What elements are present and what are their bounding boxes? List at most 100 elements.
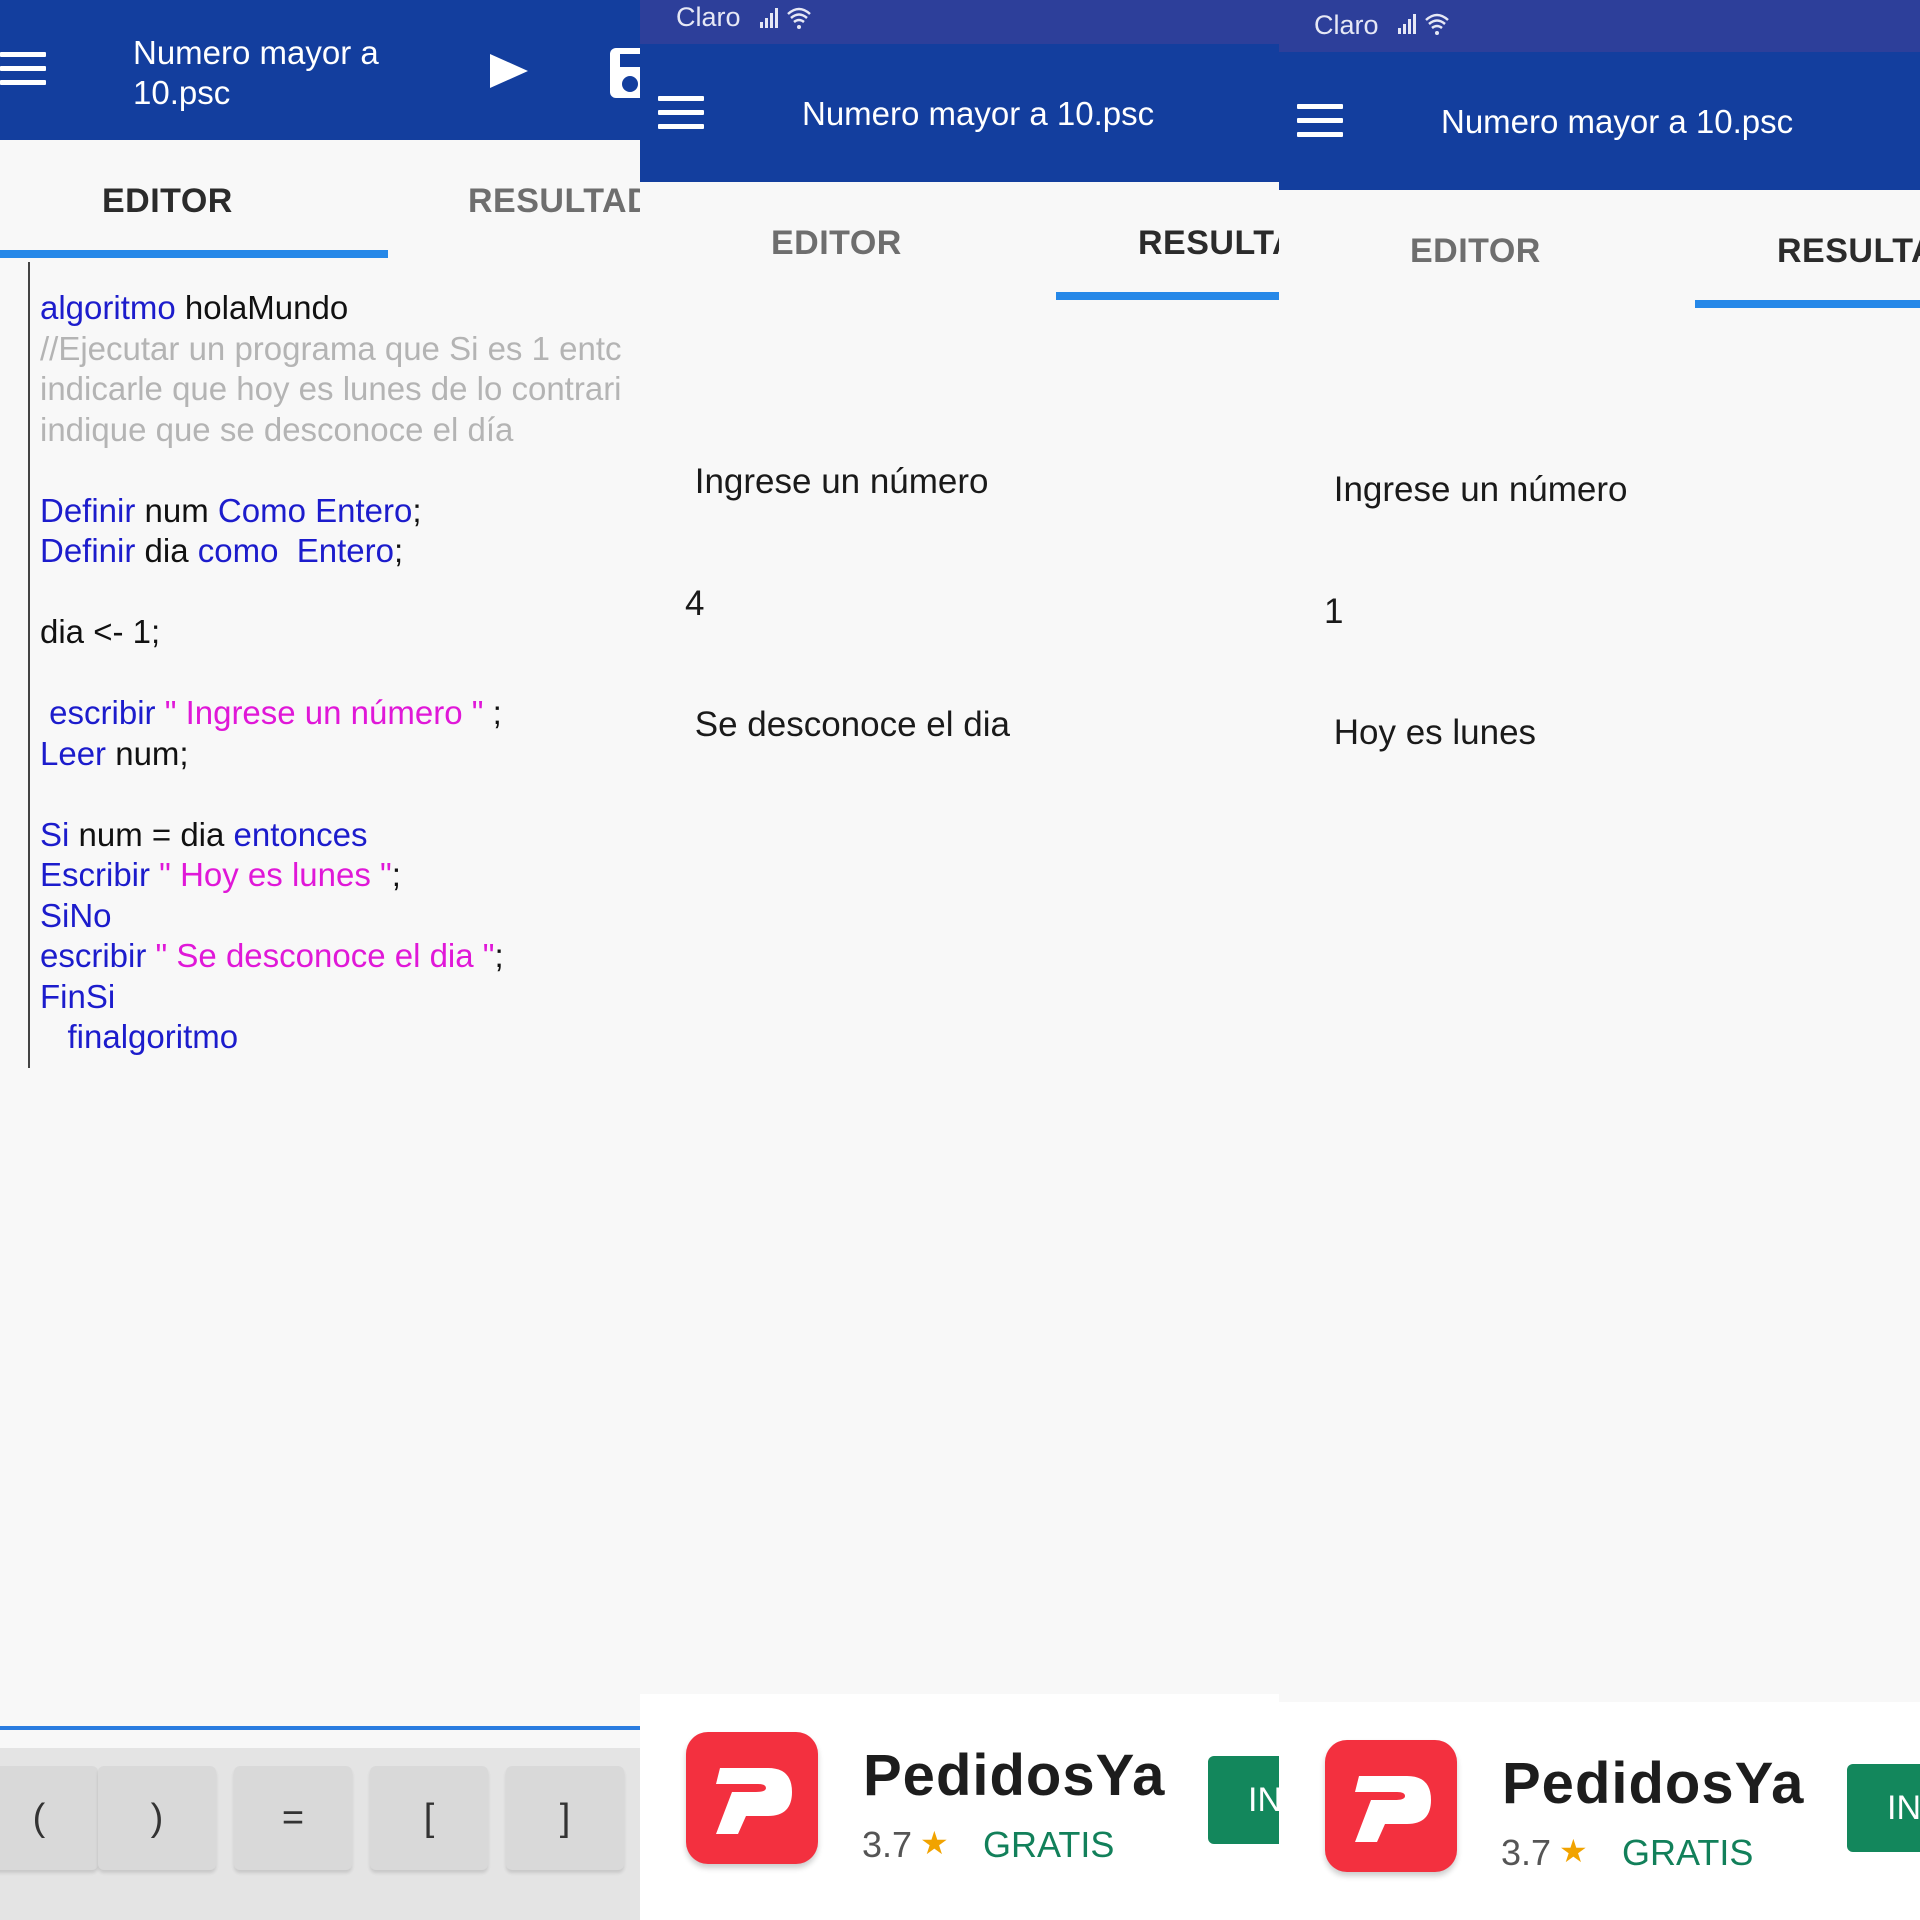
tab-bar: EDITOR RESULTA	[640, 182, 1279, 302]
code-token: dia <- 1;	[40, 613, 161, 650]
code-token: Leer	[40, 734, 107, 772]
code-token: escribir	[40, 937, 147, 974]
menu-icon[interactable]	[0, 52, 46, 86]
code-line: indicarle que hoy es lunes de lo contrar…	[40, 369, 622, 410]
key-open-bracket[interactable]: [	[370, 1766, 488, 1870]
code-line: SiNo	[40, 896, 622, 937]
code-token: ;	[412, 491, 422, 529]
output-line: 4	[685, 583, 705, 623]
app-bar: Numero mayor a 10.psc	[640, 44, 1279, 182]
code-token: " Se desconoce el dia "	[146, 937, 495, 974]
tab-editor[interactable]: EDITOR	[771, 224, 902, 263]
output-line: Ingrese un número	[1324, 470, 1628, 509]
ad-price: GRATIS	[1622, 1832, 1754, 1873]
code-line: Escribir " Hoy es lunes ";	[40, 855, 622, 896]
file-title: Numero mayor a 10.psc	[133, 34, 379, 111]
editor-panel: Numero mayor a 10.psc EDITOR RESULTAD al…	[0, 0, 640, 1920]
app-bar: Numero mayor a 10.psc	[0, 0, 640, 140]
file-title: Numero mayor a 10.psc	[1441, 103, 1794, 140]
ad-install-button[interactable]: IN	[1847, 1764, 1920, 1852]
code-token: finalgoritmo	[40, 1018, 239, 1055]
ad-rating: 3.7	[862, 1824, 913, 1865]
ad-app-name: PedidosYa	[863, 1743, 1166, 1808]
pedidosya-logo	[686, 1732, 818, 1864]
code-token: entonces	[233, 815, 368, 853]
tab-bar: EDITOR RESULTAD	[0, 140, 640, 260]
code-line: FinSi	[40, 977, 622, 1018]
code-token: indicarle que hoy es lunes de lo contrar…	[40, 370, 622, 407]
code-line: Definir num Como Entero;	[40, 491, 622, 532]
code-line: //Ejecutar un programa que Si es 1 entc	[40, 329, 622, 370]
key-open-paren[interactable]: (	[0, 1766, 98, 1870]
app-bar: Numero mayor a 10.psc	[1279, 52, 1920, 190]
menu-icon[interactable]	[1297, 104, 1343, 138]
code-token: ;	[394, 532, 404, 569]
code-token: holaMundo	[175, 289, 349, 326]
tab-resultado[interactable]: RESULTA	[1138, 224, 1279, 263]
signal-wifi-icon	[760, 7, 811, 29]
result-output: Ingrese un número 4 Se desconoce el dia	[685, 381, 1010, 827]
code-line: dia <- 1;	[40, 612, 622, 653]
tab-bar: EDITOR RESULTA	[1279, 190, 1920, 310]
output-line: Ingrese un número	[685, 462, 989, 501]
result-panel-1: Claro Numero mayor a 10.psc EDITOR RESUL…	[640, 0, 1279, 1920]
ad-install-button[interactable]: IN	[1208, 1756, 1279, 1844]
key-close-bracket[interactable]: ]	[506, 1766, 624, 1870]
code-token: num = dia	[69, 815, 234, 853]
carrier-label: Claro	[1314, 10, 1379, 40]
ad-banner[interactable]: PedidosYa 3.7 ★ GRATIS IN	[640, 1694, 1279, 1920]
code-token: ;	[483, 694, 502, 731]
code-token: como Entero	[197, 532, 394, 569]
result-output: Ingrese un número 1 Hoy es lunes	[1324, 389, 1628, 835]
carrier-label: Claro	[676, 2, 741, 32]
tab-indicator	[1056, 292, 1279, 300]
code-editor[interactable]: algoritmo holaMundo//Ejecutar un program…	[40, 288, 622, 1058]
code-line: escribir " Ingrese un número " ;	[40, 693, 622, 734]
code-token: " Hoy es lunes "	[150, 856, 392, 893]
code-line: Si num = dia entonces	[40, 815, 622, 856]
signal-wifi-icon	[1398, 13, 1449, 35]
result-panel-2: Claro Numero mayor a 10.psc EDITOR RESUL…	[1279, 0, 1920, 1920]
tab-indicator	[1695, 300, 1920, 308]
pedidosya-logo	[1325, 1740, 1457, 1872]
ad-banner[interactable]: PedidosYa 3.7 ★ GRATIS IN	[1279, 1702, 1920, 1920]
code-token: Si	[40, 815, 70, 853]
code-token: Como Entero	[217, 491, 413, 529]
status-bar: Claro	[1279, 0, 1920, 52]
code-line: Leer num;	[40, 734, 622, 775]
save-icon[interactable]	[610, 48, 640, 98]
file-title: Numero mayor a 10.psc	[802, 95, 1155, 132]
tab-editor[interactable]: EDITOR	[1410, 232, 1541, 271]
editor-gutter	[28, 262, 30, 1068]
status-bar: Claro	[640, 0, 1279, 44]
ad-app-name: PedidosYa	[1502, 1751, 1805, 1816]
ad-price: GRATIS	[983, 1824, 1115, 1865]
code-line: Definir dia como Entero;	[40, 531, 622, 572]
code-token: Definir	[40, 491, 136, 529]
tab-resultado[interactable]: RESULTA	[1777, 232, 1920, 271]
code-token: num	[135, 491, 218, 529]
code-token: ;	[391, 856, 401, 893]
code-token: FinSi	[40, 977, 116, 1015]
key-equals[interactable]: =	[234, 1766, 352, 1870]
star-icon: ★	[1559, 1833, 1588, 1869]
code-line: algoritmo holaMundo	[40, 288, 622, 329]
menu-icon[interactable]	[658, 96, 704, 130]
output-line: Se desconoce el dia	[685, 705, 1010, 744]
code-token: escribir	[40, 694, 165, 731]
tab-resultado[interactable]: RESULTAD	[468, 182, 640, 221]
output-line: 1	[1324, 591, 1344, 631]
code-token: num;	[106, 734, 189, 772]
code-token: algoritmo	[40, 289, 176, 326]
play-icon[interactable]	[490, 54, 528, 88]
tab-indicator	[0, 250, 388, 258]
tab-editor[interactable]: EDITOR	[102, 182, 233, 221]
code-line: finalgoritmo	[40, 1017, 622, 1058]
code-token: Escribir	[40, 856, 151, 893]
key-close-paren[interactable]: )	[98, 1766, 216, 1870]
code-token: dia	[135, 532, 198, 569]
